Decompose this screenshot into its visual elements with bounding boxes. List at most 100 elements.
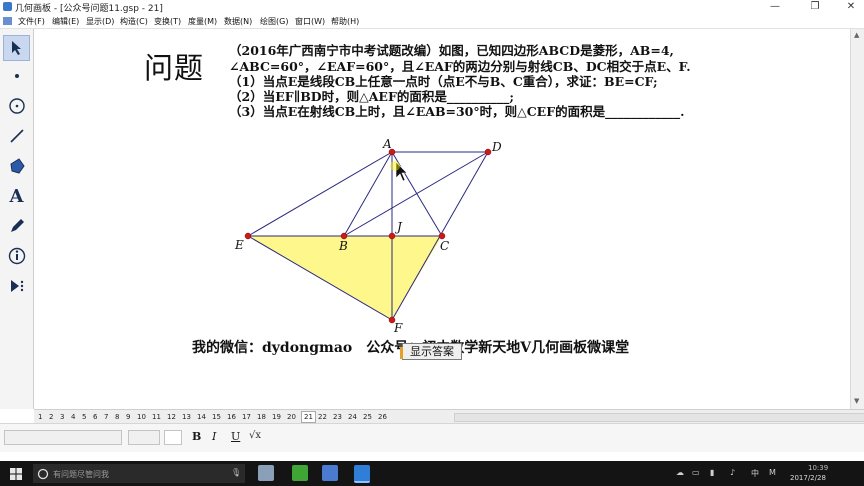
- minimize-button[interactable]: —: [762, 0, 788, 14]
- segment-ab: [343, 151, 393, 237]
- tray-battery-icon[interactable]: ▭: [692, 468, 700, 477]
- label-d: D: [491, 140, 502, 154]
- menu-data[interactable]: 数据(N): [224, 16, 252, 27]
- menu-help[interactable]: 帮助(H): [331, 16, 359, 27]
- point-tool[interactable]: [3, 63, 30, 89]
- page-tab-19[interactable]: 19: [272, 412, 281, 422]
- segment-bd: [343, 151, 489, 237]
- text-a-icon: A: [9, 185, 24, 207]
- windows-start-icon[interactable]: [10, 468, 22, 480]
- close-button[interactable]: ✕: [838, 0, 864, 14]
- point-e[interactable]: [244, 232, 252, 240]
- show-answer-label: 显示答案: [410, 345, 454, 358]
- menu-edit[interactable]: 编辑(E): [52, 16, 79, 27]
- custom-tools[interactable]: [3, 273, 30, 299]
- title-bar: 几何画板 - [公众号问题11.gsp - 21] — ❐ ✕: [0, 0, 864, 14]
- page-tab-23[interactable]: 23: [333, 412, 342, 422]
- page-tab-9[interactable]: 9: [126, 412, 130, 422]
- font-size-select[interactable]: [128, 430, 160, 445]
- menu-file[interactable]: 文件(F): [18, 16, 45, 27]
- page-tab-8[interactable]: 8: [115, 412, 119, 422]
- page-tab-25[interactable]: 25: [363, 412, 372, 422]
- menu-graph[interactable]: 绘图(G): [260, 16, 288, 27]
- page-tab-1[interactable]: 1: [38, 412, 42, 422]
- label-c: C: [440, 239, 449, 253]
- info-icon: [8, 247, 25, 265]
- menu-transform[interactable]: 变换(T): [154, 16, 181, 27]
- page-tab-12[interactable]: 12: [167, 412, 176, 422]
- menu-display[interactable]: 显示(D): [86, 16, 114, 27]
- page-tab-5[interactable]: 5: [82, 412, 86, 422]
- page-tab-18[interactable]: 18: [257, 412, 266, 422]
- menu-measure[interactable]: 度量(M): [188, 16, 217, 27]
- underline-button[interactable]: U: [231, 430, 240, 443]
- label-e: E: [234, 238, 244, 252]
- page-tab-2[interactable]: 2: [49, 412, 53, 422]
- menu-window[interactable]: 窗口(W): [295, 16, 325, 27]
- task-view-icon[interactable]: [258, 465, 274, 481]
- tray-volume-icon[interactable]: ♪: [730, 468, 735, 477]
- tray-cloud-icon[interactable]: ☁: [676, 468, 684, 477]
- restore-button[interactable]: ❐: [802, 0, 828, 14]
- page-tab-15[interactable]: 15: [212, 412, 221, 422]
- app-icon: [3, 2, 12, 11]
- page-tab-22[interactable]: 22: [318, 412, 327, 422]
- page-tab-21[interactable]: 21: [301, 411, 316, 423]
- label-j: J: [394, 220, 403, 234]
- clock-date: 2017/2/28: [790, 474, 826, 482]
- line-icon: [9, 129, 24, 143]
- ime-mode-indicator[interactable]: M: [769, 468, 776, 477]
- page-tab-7[interactable]: 7: [104, 412, 108, 422]
- page-tab-4[interactable]: 4: [71, 412, 75, 422]
- font-family-select[interactable]: [4, 430, 122, 445]
- windows-taskbar: 有问题尽管问我 🎙 ☁ ▭ ▮ ♪ 中 M 10:39 2017/2/28: [0, 461, 864, 486]
- page-tab-13[interactable]: 13: [182, 412, 191, 422]
- show-answer-button[interactable]: 显示答案: [400, 343, 462, 360]
- microphone-icon[interactable]: 🎙: [231, 468, 241, 477]
- horizontal-scrollbar[interactable]: [454, 413, 864, 422]
- circle-icon: [8, 98, 25, 114]
- text-color-swatch[interactable]: [164, 430, 182, 445]
- page-tabs: 1 2 3 4 5 6 7 8 9 10 11 12 13 14 15 16 1…: [34, 409, 864, 424]
- pen-icon: [10, 219, 24, 232]
- cortana-search-box[interactable]: 有问题尽管问我 🎙: [33, 464, 245, 483]
- compass-tool[interactable]: [3, 93, 30, 119]
- scroll-up-icon[interactable]: ▲: [854, 31, 859, 39]
- page-tab-24[interactable]: 24: [348, 412, 357, 422]
- selection-arrow-tool[interactable]: [3, 35, 30, 61]
- play-more-icon: [10, 280, 23, 292]
- page-tab-11[interactable]: 11: [152, 412, 161, 422]
- marker-tool[interactable]: [3, 213, 30, 239]
- polygon-tool[interactable]: [3, 153, 30, 179]
- window-title: 几何画板 - [公众号问题11.gsp - 21]: [15, 4, 163, 14]
- page-tab-10[interactable]: 10: [137, 412, 146, 422]
- menu-construct[interactable]: 构造(C): [120, 16, 148, 27]
- taskbar-app-green-icon[interactable]: [292, 465, 308, 481]
- bold-button[interactable]: B: [192, 430, 201, 443]
- point-j[interactable]: [388, 232, 396, 240]
- italic-button[interactable]: I: [212, 430, 216, 443]
- math-format-icon[interactable]: √x: [249, 430, 261, 441]
- page-tab-16[interactable]: 16: [227, 412, 236, 422]
- tool-bar: A: [0, 29, 34, 409]
- page-tab-26[interactable]: 26: [378, 412, 387, 422]
- page-tab-14[interactable]: 14: [197, 412, 206, 422]
- search-placeholder: 有问题尽管问我: [53, 470, 109, 479]
- label-b: B: [338, 239, 348, 253]
- point-d[interactable]: [484, 148, 492, 156]
- page-tab-6[interactable]: 6: [93, 412, 97, 422]
- page-tab-17[interactable]: 17: [242, 412, 251, 422]
- scroll-down-icon[interactable]: ▼: [854, 397, 859, 405]
- straightedge-tool[interactable]: [3, 123, 30, 149]
- sketch-canvas[interactable]: 问题 （2016年广西南宁市中考试题改编）如图，已知四边形ABCD是菱形，AB=…: [34, 29, 850, 409]
- text-format-bar: B I U √x: [0, 423, 864, 452]
- vertical-scrollbar[interactable]: ▲ ▼: [850, 29, 864, 409]
- tray-network-icon[interactable]: ▮: [710, 468, 714, 477]
- information-tool[interactable]: [3, 243, 30, 269]
- page-tab-20[interactable]: 20: [287, 412, 296, 422]
- taskbar-app-blue-icon[interactable]: [322, 465, 338, 481]
- page-tab-3[interactable]: 3: [60, 412, 64, 422]
- sketchpad-taskbar-icon[interactable]: [354, 465, 370, 483]
- ime-indicator[interactable]: 中: [751, 468, 759, 479]
- text-tool[interactable]: A: [3, 183, 30, 209]
